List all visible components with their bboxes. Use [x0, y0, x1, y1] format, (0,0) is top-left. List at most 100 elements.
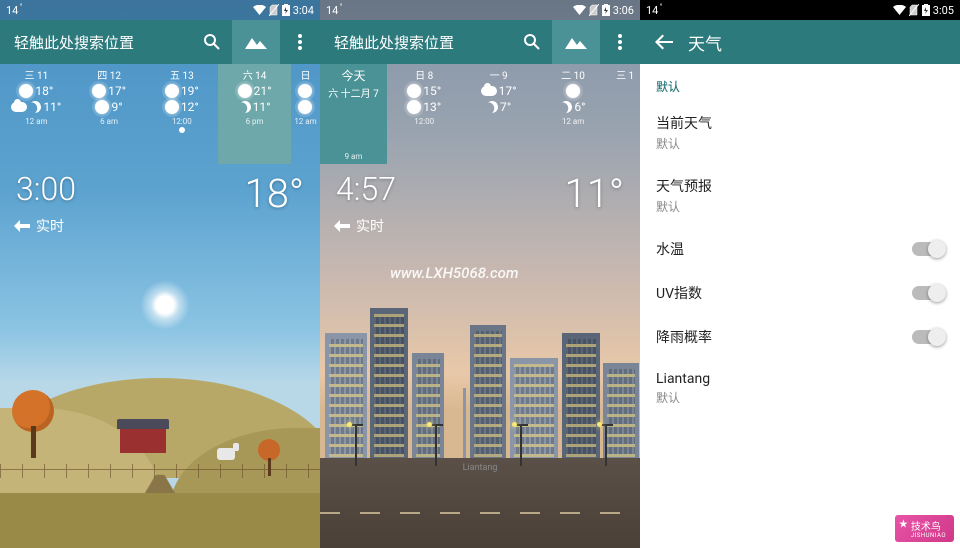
- forecast-hi: 17°: [499, 84, 517, 98]
- settings-list[interactable]: 默认 当前天气 默认 天气预报 默认 水温 UV指数 降雨概率: [640, 64, 960, 548]
- overflow-menu-button[interactable]: [280, 20, 320, 64]
- tree-graphic: [12, 390, 54, 458]
- forecast-time: 9 am: [345, 152, 363, 161]
- live-button[interactable]: 实时: [334, 216, 384, 236]
- streetlight-graphic: [355, 426, 357, 466]
- setting-subtitle: 默认: [656, 135, 712, 152]
- forecast-day[interactable]: 日 12 am: [291, 64, 320, 164]
- setting-water-temp[interactable]: 水温: [640, 227, 960, 271]
- setting-current-weather[interactable]: 当前天气 默认: [640, 101, 960, 164]
- forecast-day[interactable]: 三 1: [610, 64, 640, 164]
- overflow-menu-button[interactable]: [600, 20, 640, 64]
- status-bar: 14 3:06: [320, 0, 640, 20]
- status-time: 3:05: [933, 4, 954, 17]
- setting-uv-index[interactable]: UV指数: [640, 271, 960, 315]
- sun-icon: [407, 84, 421, 98]
- forecast-day-label: 三 11: [25, 67, 49, 82]
- forecast-time: 12 am: [562, 117, 584, 126]
- today-label: 今天: [341, 67, 365, 84]
- brand-badge: 技术鸟 JISHUNIAO: [895, 515, 954, 542]
- forecast-strip[interactable]: 三 11 18° 11° 12 am 四 12 17° 9° 6 am 五 13…: [0, 64, 320, 164]
- battery-charging-icon: [922, 4, 930, 16]
- status-temp: 14: [646, 4, 658, 17]
- forecast-lo: 13°: [423, 100, 441, 114]
- city-name-label: Liantang: [320, 463, 640, 473]
- setting-title: 降雨概率: [656, 327, 712, 347]
- search-placeholder[interactable]: 轻触此处搜索位置: [0, 32, 192, 53]
- sun-icon: [407, 100, 421, 114]
- search-button[interactable]: [512, 20, 552, 64]
- forecast-day[interactable]: 日 8 15° 13° 12:00: [387, 64, 461, 164]
- forecast-lo: 11°: [253, 100, 271, 114]
- forecast-hi: 15°: [423, 84, 441, 98]
- status-bar: 14 3:04: [0, 0, 320, 20]
- moon-icon: [28, 99, 43, 114]
- forecast-day-label: 三 1: [616, 67, 634, 82]
- forecast-hi: 18°: [35, 84, 53, 98]
- battery-charging-icon: [602, 4, 610, 16]
- search-icon: [203, 33, 221, 51]
- arrow-back-icon: [655, 33, 673, 51]
- forecast-day[interactable]: 一 9 17° 7°: [461, 64, 535, 164]
- sun-icon: [165, 100, 179, 114]
- landscape-icon: [565, 35, 587, 49]
- forecast-day-label: 四 12: [97, 67, 121, 82]
- search-icon: [523, 33, 541, 51]
- setting-location[interactable]: Liantang 默认: [640, 359, 960, 418]
- forecast-day-label: 日: [300, 67, 310, 82]
- cloud-icon: [11, 102, 27, 112]
- app-bar: 轻触此处搜索位置: [0, 20, 320, 64]
- settings-screen: 14 3:05 天气 默认 当前天气 默认 天气预报 默认: [640, 0, 960, 548]
- tree-graphic-small: [258, 439, 280, 476]
- streetlight-graphic: [520, 426, 522, 466]
- road-markings: [320, 512, 640, 514]
- app-bar: 轻触此处搜索位置: [320, 20, 640, 64]
- sun-icon: [298, 84, 312, 98]
- scenery-button[interactable]: [232, 20, 280, 64]
- status-time: 3:06: [613, 4, 634, 17]
- search-button[interactable]: [192, 20, 232, 64]
- status-temp: 14: [326, 4, 338, 17]
- forecast-time: 12 am: [25, 117, 47, 126]
- forecast-day-label: 六 14: [243, 67, 267, 82]
- horse-graphic: [217, 448, 235, 460]
- forecast-day-selected[interactable]: 六 14 21° 11° 6 pm: [218, 64, 291, 164]
- foreground-grass: [0, 493, 320, 548]
- search-placeholder[interactable]: 轻触此处搜索位置: [320, 32, 512, 53]
- setting-title: Liantang: [656, 371, 710, 387]
- setting-subtitle: 默认: [656, 198, 712, 215]
- setting-rain-probability[interactable]: 降雨概率: [640, 315, 960, 359]
- badge-subtitle: JISHUNIAO: [911, 533, 946, 539]
- setting-title: UV指数: [656, 283, 702, 303]
- forecast-day[interactable]: 五 13 19° 12° 12:00: [145, 64, 218, 164]
- forecast-day[interactable]: 二 10 6° 12 am: [536, 64, 610, 164]
- landscape-icon: [245, 35, 267, 49]
- forecast-day-label: 一 9: [490, 67, 508, 82]
- settings-title: 天气: [688, 30, 722, 55]
- forecast-time: 12:00: [172, 117, 192, 126]
- live-button[interactable]: 实时: [14, 216, 64, 236]
- status-bar: 14 3:05: [640, 0, 960, 20]
- forecast-day[interactable]: 三 11 18° 11° 12 am: [0, 64, 73, 164]
- no-sim-icon: [269, 4, 279, 16]
- toggle-switch[interactable]: [912, 242, 944, 256]
- back-button[interactable]: [640, 20, 688, 64]
- forecast-time: 12:00: [414, 117, 434, 126]
- scenery-button[interactable]: [552, 20, 600, 64]
- sun-icon: [298, 100, 312, 114]
- arrow-left-icon: [14, 220, 30, 232]
- toggle-switch[interactable]: [912, 286, 944, 300]
- current-time: 4:57: [336, 170, 396, 208]
- arrow-left-icon: [334, 220, 350, 232]
- toggle-switch[interactable]: [912, 330, 944, 344]
- today-date: 六 十二月 7: [328, 85, 379, 100]
- forecast-today[interactable]: 今天 六 十二月 7 9 am: [320, 64, 387, 164]
- forecast-day-label: 二 10: [561, 67, 585, 82]
- forecast-strip[interactable]: 今天 六 十二月 7 9 am 日 8 15° 13° 12:00 一 9 17…: [320, 64, 640, 164]
- forecast-day[interactable]: 四 12 17° 9° 6 am: [73, 64, 146, 164]
- setting-subtitle: 默认: [656, 389, 710, 406]
- cloud-icon: [481, 86, 497, 96]
- sun-icon: [566, 84, 580, 98]
- setting-forecast[interactable]: 天气预报 默认: [640, 164, 960, 227]
- live-label: 实时: [356, 216, 384, 236]
